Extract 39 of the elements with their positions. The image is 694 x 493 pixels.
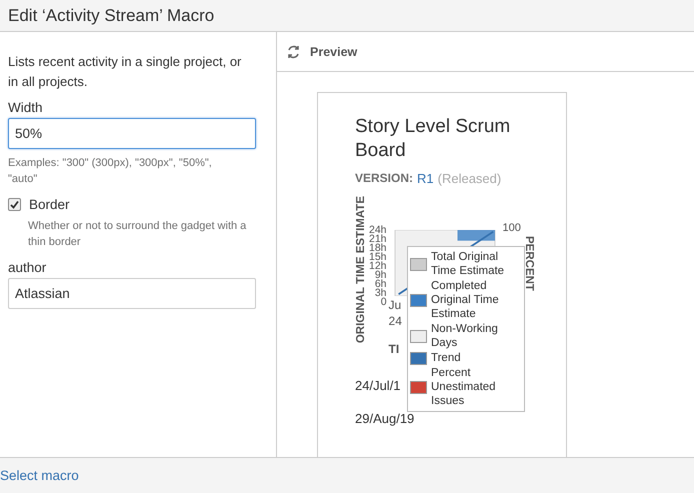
axis-tick: 0 bbox=[380, 298, 387, 307]
axis-title: TI bbox=[388, 342, 400, 356]
version-link[interactable]: R1 bbox=[417, 171, 434, 186]
axis-tick: 24 bbox=[388, 314, 402, 328]
axis-tick: Ju bbox=[388, 298, 402, 312]
legend-label: Total Original Time Estimate bbox=[431, 250, 506, 278]
axis-title: ORIGINAL TIME ESTIMATE bbox=[355, 196, 367, 344]
field-hint: Examples: "300" (300px), "300px", "50%", "auto" bbox=[8, 156, 213, 187]
version-status: (Released) bbox=[438, 171, 502, 186]
version-label: VERSION: bbox=[355, 171, 414, 186]
legend-label: Percent Unestimated Issues bbox=[431, 366, 497, 408]
checkbox-label[interactable]: Border bbox=[29, 197, 70, 212]
gadget-title: Story Level Scrum Board bbox=[355, 115, 512, 163]
axis-tick: 24h bbox=[369, 226, 387, 235]
axis-tick: 6h bbox=[374, 280, 387, 289]
axis-tick: 18h bbox=[369, 244, 387, 253]
axis-title: PERCENT bbox=[522, 236, 535, 291]
axis-tick: 9h bbox=[374, 271, 387, 280]
refresh-icon[interactable] bbox=[286, 44, 301, 58]
field-label: author bbox=[8, 260, 48, 275]
legend-label: Completed Original Time Estimate bbox=[431, 279, 500, 321]
select-macro-link[interactable]: Select macro bbox=[0, 468, 79, 483]
date-text: 29/Aug/19 bbox=[355, 411, 414, 426]
legend-label: Non-Working Days bbox=[431, 322, 499, 350]
axis-tick: 3h bbox=[374, 289, 387, 298]
axis-tick: 12h bbox=[369, 262, 387, 271]
field-label: Width bbox=[8, 100, 44, 115]
input-field[interactable]: 50% bbox=[8, 118, 256, 149]
field-hint: Whether or not to surround the gadget with a thin border bbox=[28, 219, 248, 250]
axis-tick: 15h bbox=[369, 253, 387, 262]
checkbox[interactable] bbox=[8, 198, 21, 211]
date-text: 24/Jul/1 bbox=[355, 378, 401, 393]
axis-tick: 21h bbox=[369, 235, 387, 244]
input-field[interactable]: Atlassian bbox=[8, 278, 256, 309]
legend-label: Trend bbox=[431, 351, 461, 365]
preview-title: Preview bbox=[310, 44, 358, 58]
axis-tick: 100 bbox=[502, 222, 521, 234]
dialog-title: Edit ‘Activity Stream’ Macro bbox=[8, 6, 214, 26]
macro-description: Lists recent activity in a single project, or in all projects. bbox=[8, 53, 242, 91]
